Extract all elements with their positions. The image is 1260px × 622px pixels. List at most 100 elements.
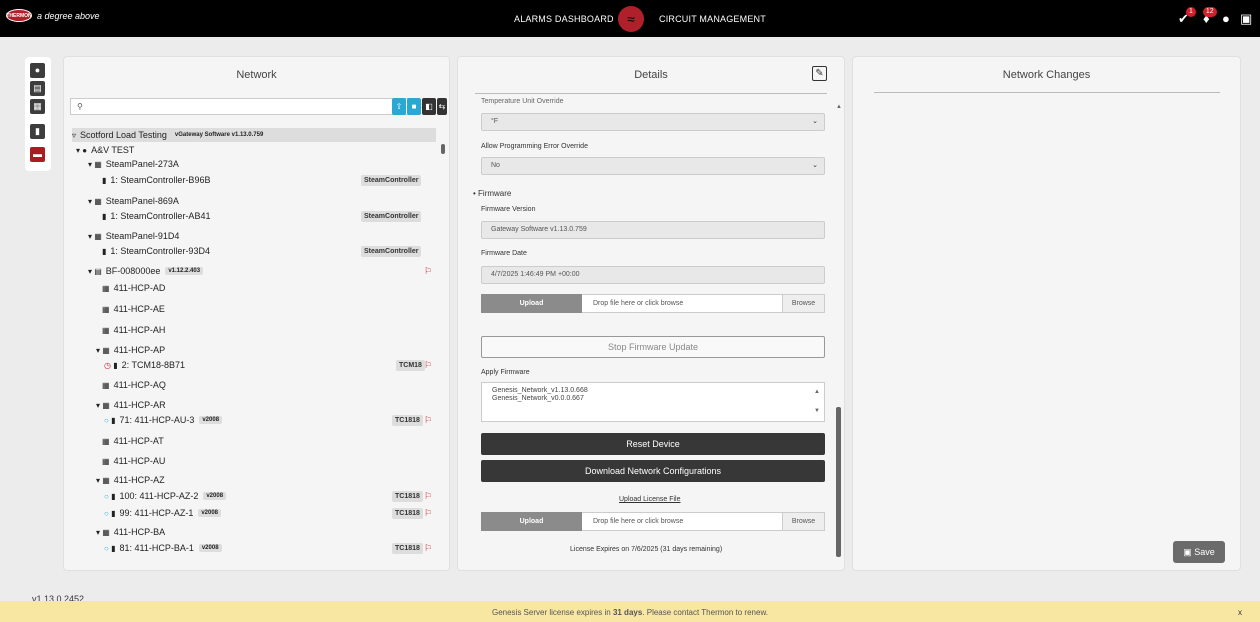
- upload-button[interactable]: Upload: [481, 294, 582, 313]
- firmware-upload[interactable]: Upload Drop file here or click browse Br…: [481, 294, 825, 313]
- transfer-button[interactable]: ⇆: [437, 98, 447, 115]
- license-expiry-text: License Expires on 7/6/2025 (31 days rem…: [570, 546, 723, 553]
- tree-node[interactable]: ▦ 411-HCP-AE: [102, 302, 165, 316]
- device-type-tag: TC1818: [392, 415, 423, 426]
- tree-node[interactable]: ▾ ▦ SteamPanel-273A: [88, 157, 179, 171]
- device-type-tag: SteamController: [361, 175, 422, 186]
- tree-label: Scotford Load Testing: [80, 130, 167, 140]
- tree-label: 411-HCP-AU: [113, 456, 166, 466]
- unit-override-select[interactable]: °F ⌄: [481, 113, 825, 131]
- tree-label: 411-HCP-AZ: [113, 475, 165, 485]
- tree-node[interactable]: ▾ ▦ 411-HCP-AR: [96, 398, 166, 412]
- apply-firmware-list[interactable]: Genesis_Network_v1.13.0.668 Genesis_Netw…: [481, 382, 825, 422]
- tree-node[interactable]: ▮ 1: SteamController-AB41: [102, 209, 210, 223]
- alarm-count-badge: 1: [1186, 7, 1196, 17]
- tree-scrollbar[interactable]: [441, 144, 445, 154]
- controller-icon[interactable]: ▮: [30, 124, 45, 139]
- firmware-option[interactable]: Genesis_Network_v0.0.0.667: [492, 395, 824, 403]
- alert-flag-icon[interactable]: ⚐: [424, 415, 432, 426]
- tree-node[interactable]: ▾ ▦ 411-HCP-AP: [96, 343, 165, 357]
- tree-label: 81: 411-HCP-BA-1: [119, 543, 194, 553]
- version-tag: vGateway Software v1.13.0.759: [171, 131, 267, 139]
- browse-button[interactable]: Browse: [783, 512, 825, 531]
- location-icon[interactable]: ●: [30, 63, 45, 78]
- details-scrollbar[interactable]: [836, 407, 841, 557]
- upload-button[interactable]: Upload: [481, 512, 582, 531]
- tree-node[interactable]: ○ ▮ 71: 411-HCP-AU-3 v2008: [104, 413, 223, 427]
- panel-icon[interactable]: ▦: [30, 99, 45, 114]
- device-type-tag: SteamController: [361, 211, 422, 222]
- panel-icon: ▾ ▦: [96, 400, 110, 410]
- tree-node[interactable]: ○ ▮ 99: 411-HCP-AZ-1 v2008: [104, 506, 222, 520]
- search-input[interactable]: ⚲: [70, 98, 414, 115]
- alarm-notification-icon[interactable]: ✔ 1: [1178, 7, 1196, 25]
- firmware-section-toggle[interactable]: • Firmware: [473, 189, 511, 198]
- tree-node[interactable]: ▦ 411-HCP-AD: [102, 281, 165, 295]
- circuit-management-link[interactable]: CIRCUIT MANAGEMENT: [659, 14, 766, 24]
- tree-node[interactable]: ▾ ▦ SteamPanel-869A: [88, 194, 179, 208]
- tree-label: BF-008000ee: [105, 266, 161, 276]
- scroll-up-icon[interactable]: ▲: [836, 104, 842, 110]
- tree-node[interactable]: ▾ ▦ 411-HCP-BA: [96, 525, 165, 539]
- upload-license-link[interactable]: Upload License File: [619, 496, 680, 503]
- tree-label: 411-HCP-AP: [113, 345, 166, 355]
- download-network-configurations-button[interactable]: Download Network Configurations: [481, 460, 825, 482]
- tree-node[interactable]: ▦ 411-HCP-AQ: [102, 378, 166, 392]
- tree-node[interactable]: ▾ ▦ 411-HCP-AZ: [96, 473, 165, 487]
- tree-node[interactable]: ◷ ▮ 2: TCM18-8B71: [104, 358, 185, 372]
- alert-flag-icon[interactable]: ⚐: [424, 266, 432, 277]
- license-upload[interactable]: Upload Drop file here or click browse Br…: [481, 512, 825, 531]
- banner-text-end: . Please contact Thermon to renew.: [642, 608, 768, 617]
- tree-node[interactable]: ▾ ● A&V TEST: [76, 143, 134, 157]
- logo[interactable]: THERMON a degree above: [6, 9, 100, 22]
- tree-root[interactable]: ▿ Scotford Load Testing vGateway Software …: [72, 128, 436, 142]
- firmware-version-label: Firmware Version: [481, 206, 536, 213]
- copy-button[interactable]: ◧: [422, 98, 436, 115]
- bell-icon[interactable]: ♦ 12: [1202, 7, 1217, 25]
- list-scroll-down-icon[interactable]: ▼: [814, 407, 820, 415]
- details-divider: [475, 93, 827, 94]
- alert-flag-icon[interactable]: ⚐: [424, 360, 432, 371]
- firmware-option[interactable]: Genesis_Network_v1.13.0.668: [492, 387, 824, 395]
- tree-label: 1: SteamController-B96B: [110, 175, 211, 185]
- tree-node[interactable]: ▦ 411-HCP-AT: [102, 434, 164, 448]
- network-tree-icon[interactable]: ▣: [1240, 12, 1252, 25]
- upload-filter-button[interactable]: ⇧: [392, 98, 406, 115]
- alert-flag-icon[interactable]: ⚐: [424, 491, 432, 502]
- gateway-icon[interactable]: ▤: [30, 81, 45, 96]
- stop-firmware-update-button[interactable]: Stop Firmware Update: [481, 336, 825, 358]
- dropzone[interactable]: Drop file here or click browse: [582, 294, 783, 313]
- dropzone[interactable]: Drop file here or click browse: [582, 512, 783, 531]
- alert-flag-icon[interactable]: ⚐: [424, 543, 432, 554]
- reset-device-button[interactable]: Reset Device: [481, 433, 825, 455]
- browse-button[interactable]: Browse: [783, 294, 825, 313]
- prog-error-select[interactable]: No ⌄: [481, 157, 825, 175]
- tree-node[interactable]: ▾ ▤ BF-008000ee v1.12.2.403: [88, 264, 204, 278]
- banner-close-button[interactable]: x: [1238, 601, 1242, 622]
- trash-icon[interactable]: ▬: [30, 147, 45, 162]
- edit-icon[interactable]: ✎: [812, 66, 827, 81]
- tree-node[interactable]: ▦ 411-HCP-AH: [102, 323, 165, 337]
- alert-flag-icon[interactable]: ⚐: [424, 508, 432, 519]
- panel-icon: ▾ ▦: [88, 196, 102, 206]
- list-scroll-up-icon[interactable]: ▲: [814, 388, 820, 396]
- network-title: Network: [236, 69, 277, 81]
- tree-node[interactable]: ▦ 411-HCP-AU: [102, 454, 165, 468]
- save-button[interactable]: ▣ Save: [1173, 541, 1225, 563]
- tree-node[interactable]: ▮ 1: SteamController-93D4: [102, 244, 210, 258]
- panel-icon: ▾ ▦: [96, 527, 110, 537]
- tree-node[interactable]: ▾ ▦ SteamPanel-91D4: [88, 229, 179, 243]
- user-icon[interactable]: ●: [1222, 12, 1230, 25]
- tree-node[interactable]: ○ ▮ 100: 411-HCP-AZ-2 v2008: [104, 489, 227, 503]
- device-type-tag: TC1818: [392, 491, 423, 502]
- prog-error-label: Allow Programming Error Override: [481, 143, 588, 150]
- tree-node[interactable]: ○ ▮ 81: 411-HCP-BA-1 v2008: [104, 541, 222, 555]
- alarms-dashboard-link[interactable]: ALARMS DASHBOARD: [514, 14, 614, 24]
- controller-icon: ▮: [102, 211, 107, 221]
- device-filter-button[interactable]: ■: [407, 98, 421, 115]
- logo-tagline: a degree above: [37, 10, 100, 21]
- panel-icon: ▾ ▦: [88, 159, 102, 169]
- tree-label: 2: TCM18-8B71: [121, 360, 185, 370]
- device-type-tag: TCM18: [396, 360, 425, 371]
- tree-node[interactable]: ▮ 1: SteamController-B96B: [102, 173, 210, 187]
